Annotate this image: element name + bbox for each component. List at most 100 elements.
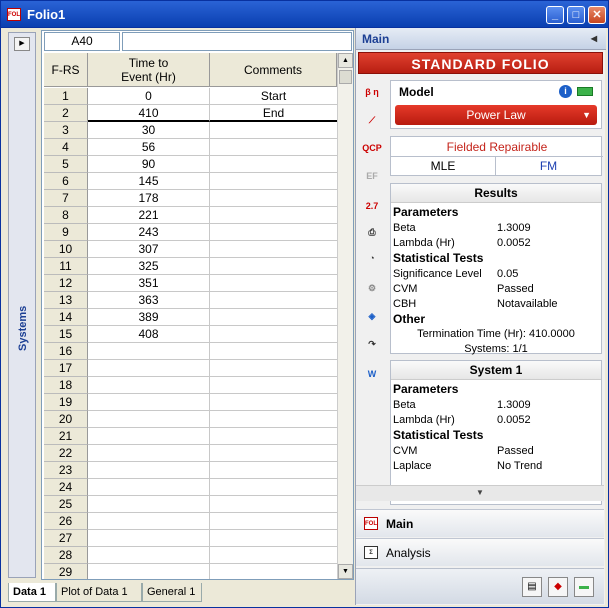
time-cell[interactable]: 363: [88, 292, 210, 309]
cell-name-box[interactable]: A40: [44, 32, 120, 51]
row-number[interactable]: 1: [44, 88, 88, 105]
row-number[interactable]: 10: [44, 241, 88, 258]
printer-icon[interactable]: ⎙: [362, 222, 382, 242]
comment-cell[interactable]: [210, 428, 337, 445]
time-cell[interactable]: 351: [88, 275, 210, 292]
row-number[interactable]: 27: [44, 530, 88, 547]
row-number[interactable]: 11: [44, 258, 88, 275]
scroll-up-button[interactable]: ▲: [338, 53, 353, 68]
time-cell[interactable]: [88, 547, 210, 564]
comment-cell[interactable]: [210, 496, 337, 513]
close-button[interactable]: ✕: [588, 6, 606, 24]
scroll-down-button[interactable]: ▼: [338, 564, 353, 579]
row-number[interactable]: 9: [44, 224, 88, 241]
maximize-button[interactable]: □: [567, 6, 585, 24]
time-cell[interactable]: 221: [88, 207, 210, 224]
sheet-view-icon[interactable]: ▤: [522, 577, 542, 597]
comments-header[interactable]: Comments: [210, 53, 337, 87]
time-cell[interactable]: 408: [88, 326, 210, 343]
tab-data-1[interactable]: Data 1: [8, 583, 56, 602]
comment-cell[interactable]: [210, 411, 337, 428]
redo-icon[interactable]: ↷: [362, 334, 382, 354]
qcp-icon[interactable]: QCP: [362, 138, 382, 158]
comment-cell[interactable]: [210, 513, 337, 530]
row-number[interactable]: 16: [44, 343, 88, 360]
row-number[interactable]: 3: [44, 122, 88, 139]
ef-icon[interactable]: EF: [362, 166, 382, 186]
systems-sidebar[interactable]: ▶ Systems: [8, 32, 36, 578]
minimize-button[interactable]: _: [546, 6, 564, 24]
comment-cell[interactable]: [210, 530, 337, 547]
vertical-scrollbar[interactable]: ▲ ▼: [337, 53, 353, 579]
time-cell[interactable]: [88, 394, 210, 411]
nav-analysis-button[interactable]: Σ Analysis: [356, 538, 604, 566]
time-cell[interactable]: [88, 428, 210, 445]
comment-cell[interactable]: [210, 258, 337, 275]
comment-cell[interactable]: [210, 309, 337, 326]
collapse-panel-icon[interactable]: ◀: [588, 32, 600, 45]
comment-cell[interactable]: [210, 547, 337, 564]
rownum-header[interactable]: F-RS: [44, 53, 88, 87]
comment-cell[interactable]: [210, 207, 337, 224]
comment-cell[interactable]: [210, 224, 337, 241]
comment-cell[interactable]: [210, 190, 337, 207]
time-cell[interactable]: [88, 530, 210, 547]
time-cell[interactable]: 90: [88, 156, 210, 173]
time-cell[interactable]: 0: [88, 88, 210, 105]
time-cell[interactable]: 307: [88, 241, 210, 258]
tab-general-1[interactable]: General 1: [142, 583, 202, 602]
info-icon[interactable]: i: [559, 85, 572, 98]
time-cell[interactable]: [88, 564, 210, 579]
comment-cell[interactable]: [210, 241, 337, 258]
comment-cell[interactable]: [210, 394, 337, 411]
weibull-icon[interactable]: W: [362, 364, 382, 384]
row-number[interactable]: 7: [44, 190, 88, 207]
data-type-label[interactable]: Fielded Repairable: [391, 137, 603, 157]
diamond-plot-icon[interactable]: ◆: [548, 577, 568, 597]
row-number[interactable]: 20: [44, 411, 88, 428]
row-number[interactable]: 18: [44, 377, 88, 394]
comment-cell[interactable]: [210, 156, 337, 173]
comment-cell[interactable]: [210, 122, 337, 139]
row-number[interactable]: 19: [44, 394, 88, 411]
tab-plot-of-data-1[interactable]: Plot of Data 1: [56, 583, 142, 602]
time-to-event-header[interactable]: Time to Event (Hr): [88, 53, 210, 87]
row-number[interactable]: 8: [44, 207, 88, 224]
comment-cell[interactable]: [210, 377, 337, 394]
time-cell[interactable]: [88, 377, 210, 394]
row-number[interactable]: 29: [44, 564, 88, 579]
fm-option[interactable]: FM: [496, 157, 601, 175]
panel-splitter[interactable]: ▼: [356, 485, 604, 501]
mle-option[interactable]: MLE: [391, 157, 496, 175]
comment-cell[interactable]: [210, 479, 337, 496]
comment-cell[interactable]: [210, 326, 337, 343]
nav-main-button[interactable]: FOL Main: [356, 509, 604, 537]
time-cell[interactable]: [88, 479, 210, 496]
time-cell[interactable]: 30: [88, 122, 210, 139]
time-cell[interactable]: 325: [88, 258, 210, 275]
comment-cell[interactable]: [210, 343, 337, 360]
scroll-thumb[interactable]: [339, 70, 352, 84]
expand-sidebar-button[interactable]: ▶: [14, 37, 30, 51]
comment-cell[interactable]: End: [210, 105, 337, 122]
calculate-icon[interactable]: 2.7: [362, 196, 382, 216]
row-number[interactable]: 2: [44, 105, 88, 122]
time-cell[interactable]: 410: [88, 105, 210, 122]
comment-cell[interactable]: [210, 139, 337, 156]
row-number[interactable]: 13: [44, 292, 88, 309]
row-number[interactable]: 23: [44, 462, 88, 479]
time-cell[interactable]: [88, 360, 210, 377]
time-cell[interactable]: [88, 513, 210, 530]
time-cell[interactable]: [88, 462, 210, 479]
parameter-icon[interactable]: β η: [362, 82, 382, 102]
row-number[interactable]: 15: [44, 326, 88, 343]
row-number[interactable]: 5: [44, 156, 88, 173]
green-status-icon[interactable]: ▬: [574, 577, 594, 597]
time-cell[interactable]: 243: [88, 224, 210, 241]
comment-cell[interactable]: [210, 292, 337, 309]
gauge-icon[interactable]: ◔: [362, 248, 382, 268]
row-number[interactable]: 6: [44, 173, 88, 190]
plot-icon[interactable]: ⟋: [362, 110, 382, 130]
row-number[interactable]: 28: [44, 547, 88, 564]
time-cell[interactable]: 389: [88, 309, 210, 326]
